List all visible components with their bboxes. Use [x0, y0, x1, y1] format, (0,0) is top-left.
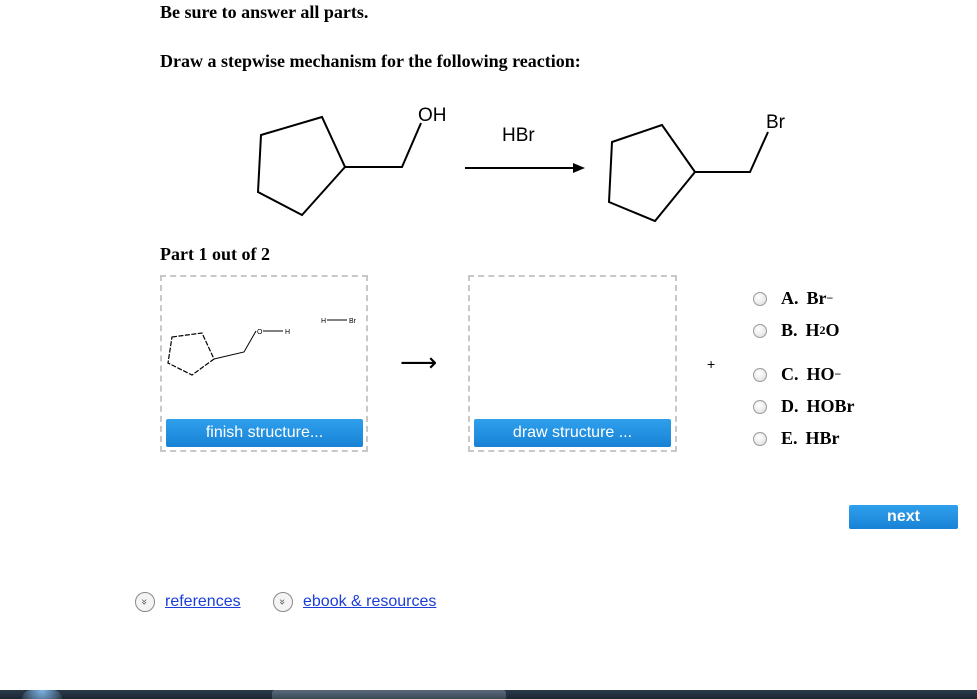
references-link[interactable]: references: [165, 593, 241, 611]
option-a[interactable]: A. Br −: [753, 288, 833, 309]
reactant-chain: [345, 122, 422, 168]
mini-h-label: H: [285, 329, 290, 336]
option-d[interactable]: D. HOBr: [753, 396, 855, 417]
product-br-label: Br: [766, 112, 786, 133]
double-chevron-down-icon[interactable]: »: [135, 592, 155, 612]
radio-option-e[interactable]: [753, 431, 767, 446]
start-button[interactable]: [22, 690, 62, 699]
radio-option-b[interactable]: [753, 323, 767, 338]
option-b-letter: B.: [781, 320, 798, 340]
instruction-answer-all: Be sure to answer all parts.: [160, 2, 369, 22]
option-b[interactable]: B. H2O: [753, 320, 840, 341]
option-e-letter: E.: [781, 428, 798, 448]
mini-chain: [213, 330, 257, 360]
reagent-label: HBr: [502, 125, 535, 146]
option-a-formula: Br: [806, 288, 827, 308]
instruction-draw-mechanism: Draw a stepwise mechanism for the follow…: [160, 51, 581, 71]
reaction-arrowhead: [573, 163, 585, 173]
part-label: Part 1 out of 2: [160, 244, 270, 264]
plus-sign: +: [707, 356, 716, 372]
radio-option-a[interactable]: [753, 291, 767, 306]
option-c[interactable]: C. HO −: [753, 364, 841, 385]
mini-o-label: O: [257, 329, 263, 336]
reaction-scheme: OH HBr Br: [256, 105, 786, 223]
product-chain: [695, 131, 769, 173]
option-d-formula: HOBr: [806, 396, 855, 416]
option-c-charge: −: [834, 367, 842, 381]
mini-hbr-br-label: Br: [349, 318, 357, 325]
references-row[interactable]: » references: [135, 592, 241, 612]
ebook-row[interactable]: » ebook & resources: [273, 592, 436, 612]
reactant-ring: [256, 115, 347, 217]
taskbar-window-tab[interactable]: [272, 690, 506, 699]
radio-option-c[interactable]: [753, 367, 767, 382]
option-a-letter: A.: [781, 288, 799, 308]
product-ring: [607, 123, 697, 223]
option-b-formula: H: [805, 320, 820, 340]
draw-structure-button[interactable]: draw structure ...: [474, 419, 671, 447]
ebook-resources-link[interactable]: ebook & resources: [303, 593, 436, 611]
double-chevron-down-icon[interactable]: »: [273, 592, 293, 612]
option-c-letter: C.: [781, 364, 799, 384]
option-d-letter: D.: [781, 396, 799, 416]
mechanism-arrow: ⟶: [400, 348, 438, 378]
next-button[interactable]: next: [849, 505, 958, 529]
partial-structure-drawing: O H H Br: [167, 318, 357, 376]
radio-option-d[interactable]: [753, 399, 767, 414]
option-e[interactable]: E. HBr: [753, 428, 840, 449]
option-a-charge: −: [826, 291, 834, 305]
finish-structure-button[interactable]: finish structure...: [166, 419, 363, 447]
mini-ring: [167, 332, 215, 376]
option-e-formula: HBr: [805, 428, 840, 448]
mini-hbr-h-label: H: [321, 318, 326, 325]
option-b-formula-rest: O: [825, 320, 840, 340]
reactant-oh-label: OH: [418, 105, 447, 126]
option-c-formula: HO: [806, 364, 835, 384]
